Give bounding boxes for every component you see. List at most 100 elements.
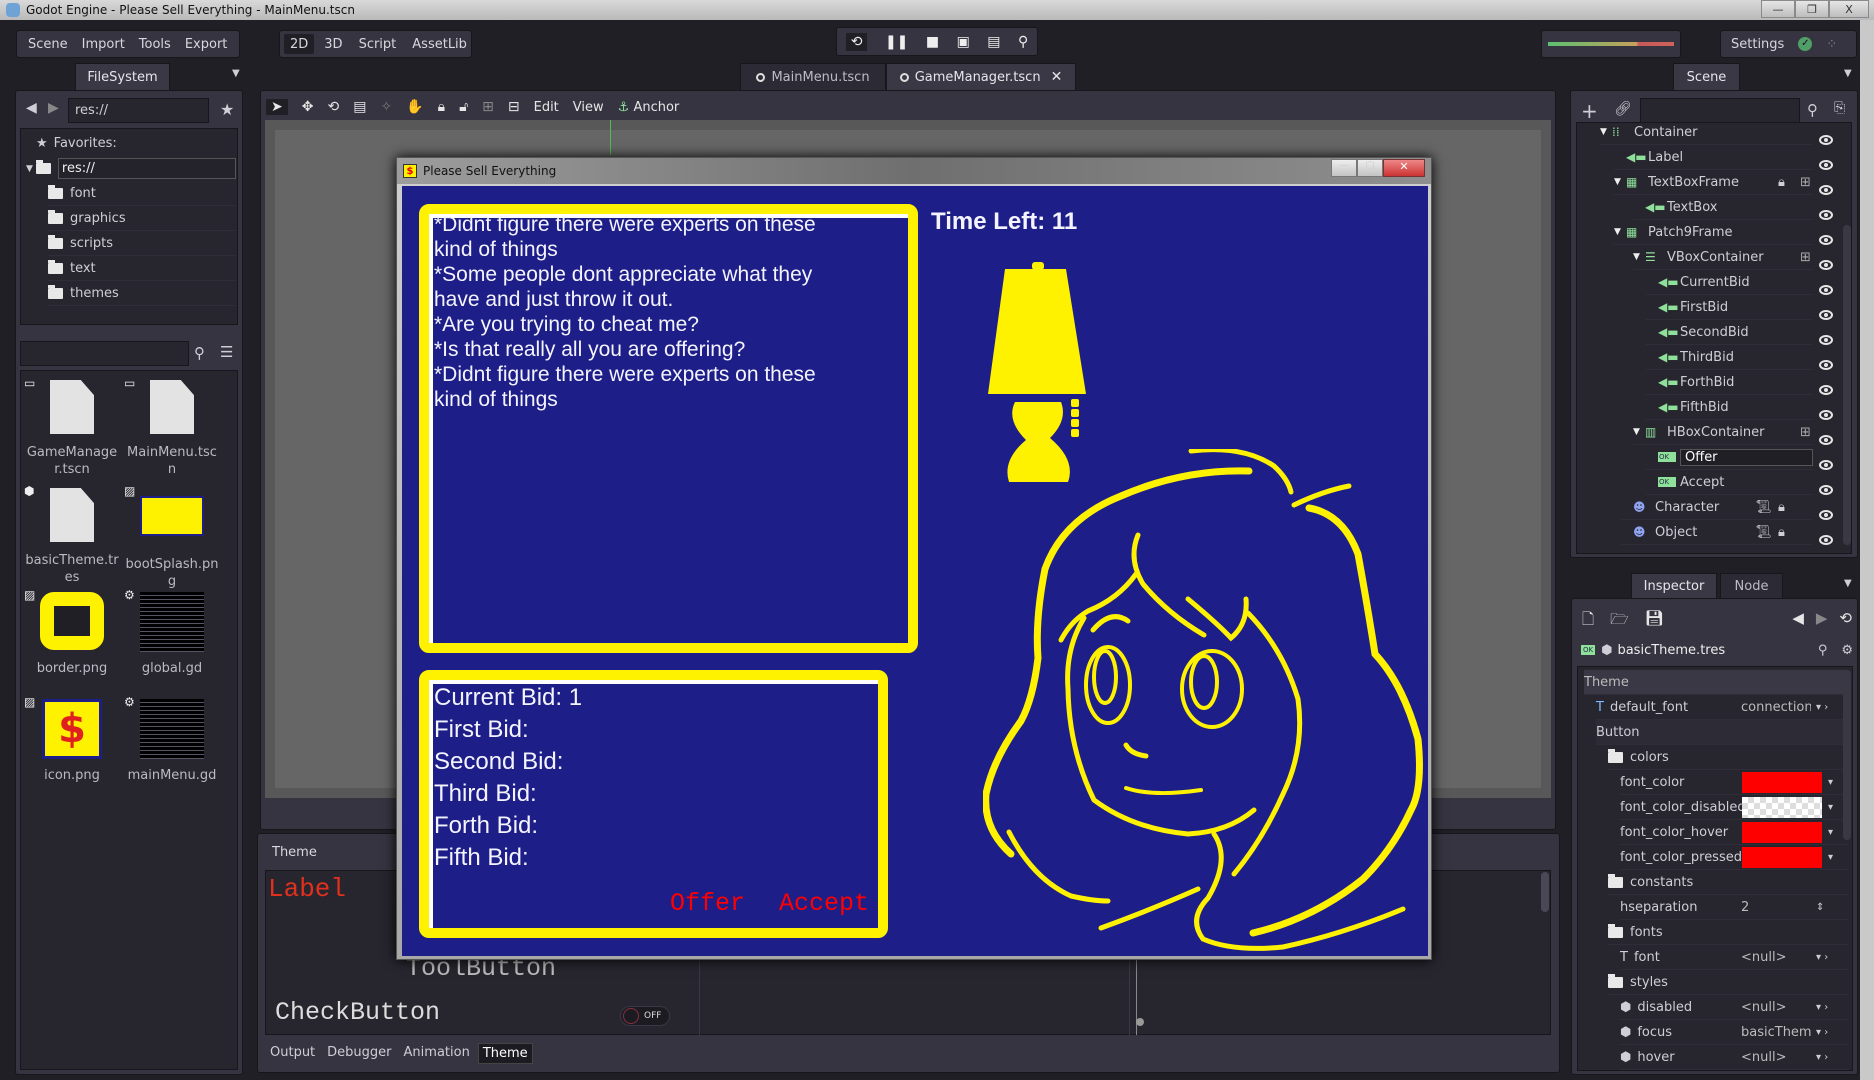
- history-icon[interactable]: ⟲: [1839, 609, 1852, 634]
- tree-node-forthbid[interactable]: ◀▬ ForthBid: [1646, 370, 1833, 395]
- visibility-eye-icon[interactable]: [1819, 135, 1833, 145]
- anchor-menu[interactable]: ⚓ Anchor: [618, 100, 680, 115]
- open-resource-icon[interactable]: 🗁︎: [1610, 609, 1629, 634]
- game-minimize-button[interactable]: —: [1331, 159, 1357, 177]
- pivot-tool-icon[interactable]: ✧: [380, 99, 392, 115]
- pan-tool-icon[interactable]: ✋: [406, 99, 423, 115]
- list-select-icon[interactable]: ▤: [353, 99, 366, 115]
- preview-check-button[interactable]: CheckButton: [275, 998, 440, 1027]
- tree-node-offer[interactable]: OK Offer: [1646, 445, 1833, 470]
- play-scene-icon[interactable]: ▣: [957, 34, 970, 50]
- close-tab-icon[interactable]: ✕: [1051, 69, 1063, 85]
- menu-tools[interactable]: Tools: [132, 31, 178, 57]
- gear-icon[interactable]: ⚙: [1841, 643, 1853, 658]
- property-theme[interactable]: Theme: [1584, 670, 1848, 695]
- tree-node-character[interactable]: ☻ Character 📜︎ 🔒︎: [1621, 495, 1833, 520]
- tab-debugger[interactable]: Debugger: [323, 1043, 395, 1064]
- group-icon[interactable]: ⊞: [482, 99, 494, 115]
- dock-menu-icon[interactable]: ▼: [232, 68, 240, 79]
- menu-export[interactable]: Export: [178, 31, 235, 57]
- preview-toggle[interactable]: OFF: [620, 1006, 670, 1026]
- collapse-arrow-icon[interactable]: ▼: [1633, 427, 1645, 437]
- history-forward-icon[interactable]: ▶: [1816, 609, 1828, 634]
- game-viewport[interactable]: *Didnt figure there were experts on thes…: [402, 186, 1428, 956]
- tree-node-hboxcontainer[interactable]: ▼ ▥ HBoxContainer ⊞: [1633, 420, 1833, 445]
- collapse-arrow-icon[interactable]: ▼: [26, 164, 33, 174]
- menu-scene[interactable]: Scene: [21, 31, 75, 57]
- workspace-2d[interactable]: 2D: [284, 34, 315, 54]
- file-search-input[interactable]: [20, 341, 189, 366]
- workspace-script[interactable]: Script: [353, 34, 403, 54]
- back-icon[interactable]: ◀: [26, 100, 37, 116]
- history-back-icon[interactable]: ◀: [1792, 609, 1804, 634]
- folder-item[interactable]: text: [48, 256, 236, 281]
- property-value[interactable]: 2: [1741, 900, 1811, 915]
- property-styles[interactable]: styles: [1608, 970, 1848, 995]
- tree-node-currentbid[interactable]: ◀▬ CurrentBid: [1646, 270, 1833, 295]
- tree-node-thirdbid[interactable]: ◀▬ ThirdBid: [1646, 345, 1833, 370]
- new-resource-icon[interactable]: 🗋︎: [1582, 609, 1594, 634]
- stop-icon[interactable]: ■: [926, 34, 939, 50]
- tree-node-accept[interactable]: OK Accept: [1646, 470, 1833, 495]
- pause-icon[interactable]: ❚❚: [885, 34, 908, 50]
- collapse-arrow-icon[interactable]: ▼: [1633, 252, 1645, 262]
- game-maximize-button[interactable]: ▢: [1357, 159, 1383, 177]
- tab-inspector[interactable]: Inspector: [1631, 573, 1717, 598]
- add-node-icon[interactable]: +: [1581, 99, 1598, 123]
- workspace-3d[interactable]: 3D: [318, 34, 348, 54]
- close-window-button[interactable]: X: [1829, 0, 1869, 18]
- property-fonts[interactable]: fonts: [1608, 920, 1848, 945]
- dropdown-arrow-icon[interactable]: ▾: [1828, 827, 1833, 838]
- dropdown-arrow-icon[interactable]: ▾ ›: [1816, 1002, 1828, 1013]
- dock-menu-icon[interactable]: ▼: [1844, 68, 1852, 79]
- visibility-eye-icon[interactable]: [1819, 185, 1833, 195]
- view-menu[interactable]: View: [573, 100, 604, 115]
- script-icon[interactable]: 📜︎: [1755, 525, 1772, 540]
- property-value[interactable]: connection: [1741, 700, 1811, 715]
- collapse-arrow-icon[interactable]: ▼: [1614, 177, 1626, 187]
- property-colors[interactable]: colors: [1608, 745, 1848, 770]
- tab-theme[interactable]: Theme: [477, 1043, 533, 1064]
- visibility-eye-icon[interactable]: [1819, 160, 1833, 170]
- tree-node-object[interactable]: ☻ Object 📜︎ 🔒︎: [1621, 520, 1833, 545]
- visibility-eye-icon[interactable]: [1819, 435, 1833, 445]
- tab-output[interactable]: Output: [266, 1043, 319, 1064]
- property-button[interactable]: Button: [1596, 720, 1848, 745]
- forward-icon[interactable]: ▶: [48, 100, 59, 116]
- scene-tab[interactable]: GameManager.tscn ✕: [886, 63, 1076, 90]
- folder-item[interactable]: themes: [48, 281, 236, 306]
- workspace-assetlib[interactable]: AssetLib: [406, 34, 473, 54]
- color-swatch[interactable]: [1742, 822, 1822, 843]
- dropdown-arrow-icon[interactable]: ▾: [1828, 802, 1833, 813]
- play-custom-icon[interactable]: ▤: [987, 34, 1000, 50]
- favorite-star-icon[interactable]: ★: [220, 100, 234, 119]
- search-icon[interactable]: ⚲: [194, 344, 205, 362]
- inspector-scrollbar[interactable]: [1843, 670, 1851, 840]
- move-tool-icon[interactable]: ✥: [302, 99, 314, 115]
- select-tool-icon[interactable]: ➤: [266, 99, 288, 115]
- folder-item[interactable]: graphics: [48, 206, 236, 231]
- visibility-eye-icon[interactable]: [1819, 535, 1833, 545]
- color-swatch[interactable]: [1742, 847, 1822, 868]
- color-swatch[interactable]: [1742, 772, 1822, 793]
- tree-node-firstbid[interactable]: ◀▬ FirstBid: [1646, 295, 1833, 320]
- visibility-eye-icon[interactable]: [1819, 385, 1833, 395]
- spinner-arrows-icon[interactable]: ⇕: [1816, 902, 1824, 913]
- lock-icon[interactable]: 🔒︎: [438, 99, 445, 115]
- visibility-eye-icon[interactable]: [1819, 510, 1833, 520]
- maximize-button[interactable]: ❐: [1795, 0, 1829, 18]
- tab-node[interactable]: Node: [1720, 573, 1783, 598]
- settings-button[interactable]: Settings: [1731, 37, 1784, 52]
- script-icon[interactable]: 📜︎: [1755, 500, 1772, 515]
- collapse-arrow-icon[interactable]: ▼: [1600, 127, 1612, 137]
- instance-link-icon[interactable]: 🔗︎: [1614, 101, 1632, 117]
- scene-tab[interactable]: MainMenu.tscn: [740, 63, 886, 90]
- property-value[interactable]: basicThem: [1741, 1025, 1811, 1040]
- tab-animation[interactable]: Animation: [400, 1043, 474, 1064]
- property-value[interactable]: <null>: [1741, 1050, 1811, 1065]
- minimize-button[interactable]: —: [1761, 0, 1795, 18]
- lock-icon[interactable]: 🔒︎: [1778, 500, 1785, 515]
- unlock-icon[interactable]: 🔓︎: [459, 99, 468, 115]
- tab-filesystem[interactable]: FileSystem: [75, 63, 170, 90]
- folder-root[interactable]: ▼ res://: [26, 156, 236, 181]
